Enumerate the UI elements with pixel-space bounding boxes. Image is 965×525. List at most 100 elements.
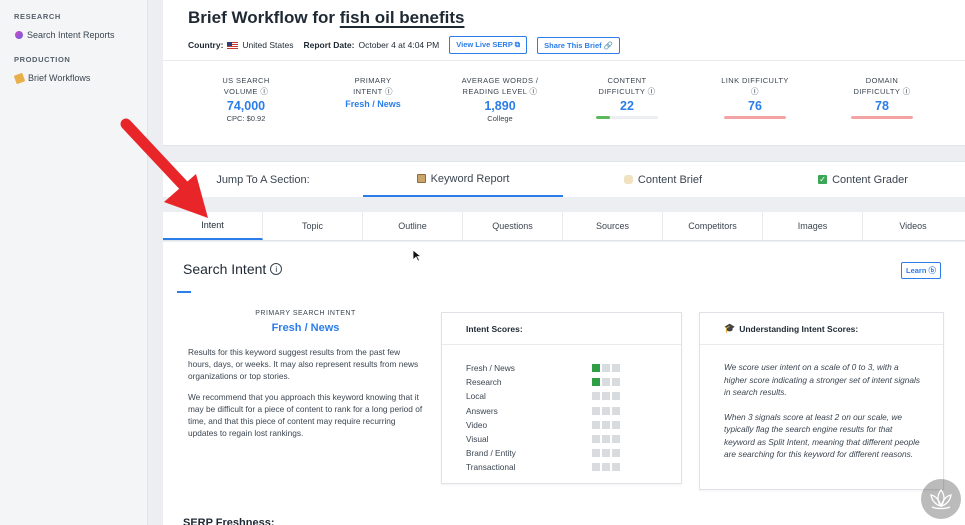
score-box [602,406,610,415]
score-box [612,378,620,387]
stat-label: Content Difficulty ⓘ [598,76,656,96]
score-box [602,449,610,458]
score-name: Local [466,391,486,402]
difficulty-bar [851,116,913,119]
intent-section: Search Intent i Learn ⓑ PRIMARY SEARCH I… [163,242,965,525]
understanding-title: 🎓 Understanding Intent Scores: [700,313,943,345]
sidebar-item-search-intent-reports[interactable]: Search Intent Reports [0,30,147,40]
intent-scores-list: Fresh / News Research Local Answers Vide… [442,345,681,475]
score-row: Transactional [466,460,681,474]
score-box [592,435,600,444]
tab-outline[interactable]: Outline [363,212,463,240]
learn-button[interactable]: Learn ⓑ [901,262,942,279]
understanding-paragraph: We score user intent on a scale of 0 to … [724,362,921,397]
score-name: Visual [466,434,489,445]
gem-icon [15,31,23,39]
tab-label: Content Grader [832,173,908,186]
sidebar-heading-production: PRODUCTION [14,55,71,64]
score-row: Brand / Entity [466,446,681,460]
stat-value: 22 [620,99,634,113]
tab-content-brief[interactable]: Content Brief [563,162,763,197]
tab-content-grader[interactable]: ✓ Content Grader [763,162,963,197]
score-box [602,378,610,387]
difficulty-bar-fill [724,116,786,119]
stat-value: 78 [875,99,889,113]
stat-value[interactable]: Fresh / News [308,99,438,109]
tab-images[interactable]: Images [763,212,863,240]
stat-link-difficulty: Link Difficulty ⓘ 76 [690,75,820,119]
tab-topic[interactable]: Topic [263,212,363,240]
score-box [612,435,620,444]
sidebar-item-label: Search Intent Reports [27,30,115,40]
sidebar-item-brief-workflows[interactable]: Brief Workflows [0,72,147,84]
understanding-text: We score user intent on a scale of 0 to … [700,345,943,461]
lotus-logo-icon [921,479,961,519]
sidebar: RESEARCH Search Intent Reports PRODUCTIO… [0,0,148,525]
score-row: Visual [466,432,681,446]
title-prefix: Brief Workflow for [188,8,336,27]
score-box [612,392,620,401]
pencil-icon [13,72,26,84]
stat-value: 74,000 [226,99,266,113]
stat-label: Domain Difficulty ⓘ [853,76,911,96]
score-box [602,463,610,472]
score-name: Brand / Entity [466,448,516,459]
primary-intent-panel: PRIMARY SEARCH INTENT Fresh / News Resul… [188,310,423,439]
understanding-scores-card: 🎓 Understanding Intent Scores: We score … [699,312,944,490]
tab-sources[interactable]: Sources [563,212,663,240]
score-name: Video [466,419,488,430]
score-box [592,420,600,429]
tab-keyword-report[interactable]: Keyword Report [363,162,563,197]
serp-freshness-heading: SERP Freshness: [183,517,275,525]
tab-questions[interactable]: Questions [463,212,563,240]
score-row: Research [466,375,681,389]
section-title-text: Search Intent [183,261,267,277]
jump-to-section-bar: Jump To A Section: Keyword Report Conten… [163,161,965,197]
share-brief-button[interactable]: Share This Brief 🔗 [537,36,621,54]
understanding-title-text: Understanding Intent Scores: [739,323,859,334]
stat-words-reading-level: Average Words / Reading Level ⓘ 1,890 Co… [435,75,565,123]
score-name: Answers [466,405,498,416]
score-row: Fresh / News [466,361,681,375]
score-box [592,449,600,458]
primary-intent-value: Fresh / News [271,322,340,334]
section-title: Search Intent i [183,261,283,277]
score-row: Video [466,418,681,432]
view-live-serp-button[interactable]: View Live SERP ⧉ [449,36,528,54]
difficulty-bar [724,116,786,119]
info-icon[interactable]: i [270,263,283,275]
difficulty-bar [596,116,658,119]
stat-sub: College [487,114,513,123]
score-row: Local [466,389,681,403]
score-box [592,463,600,472]
mouse-cursor-icon [413,250,422,262]
score-name: Transactional [466,462,516,473]
report-meta: Country: United States Report Date: Octo… [188,36,621,54]
score-box [592,406,600,415]
country-label: Country: [188,40,224,50]
intent-scores-title: Intent Scores: [442,313,681,345]
country-value: United States [242,40,294,50]
tab-competitors[interactable]: Competitors [663,212,763,240]
score-box [612,364,620,373]
score-box [612,420,620,429]
tab-label: Content Brief [637,173,703,186]
stat-label: Link Difficulty ⓘ [721,76,789,96]
difficulty-bar-fill [851,116,913,119]
score-box [592,392,600,401]
tab-videos[interactable]: Videos [863,212,963,240]
stat-label: Primary Intent ⓘ [353,76,393,96]
report-date-value: October 4 at 4:04 PM [358,40,440,50]
us-flag-icon [227,41,239,49]
score-box [612,463,620,472]
intent-description: Results for this keyword suggest results… [188,347,419,381]
score-row: Answers [466,404,681,418]
understanding-paragraph: When 3 signals score at least 2 on our s… [724,411,920,460]
primary-intent-label: PRIMARY SEARCH INTENT [255,310,356,317]
stat-value: 1,890 [484,99,516,113]
score-box-filled [592,378,600,387]
title-keyword: fish oil benefits [339,8,465,27]
score-box [602,392,610,401]
graduation-cap-icon: 🎓 [724,323,736,333]
notepad-icon [416,174,426,183]
